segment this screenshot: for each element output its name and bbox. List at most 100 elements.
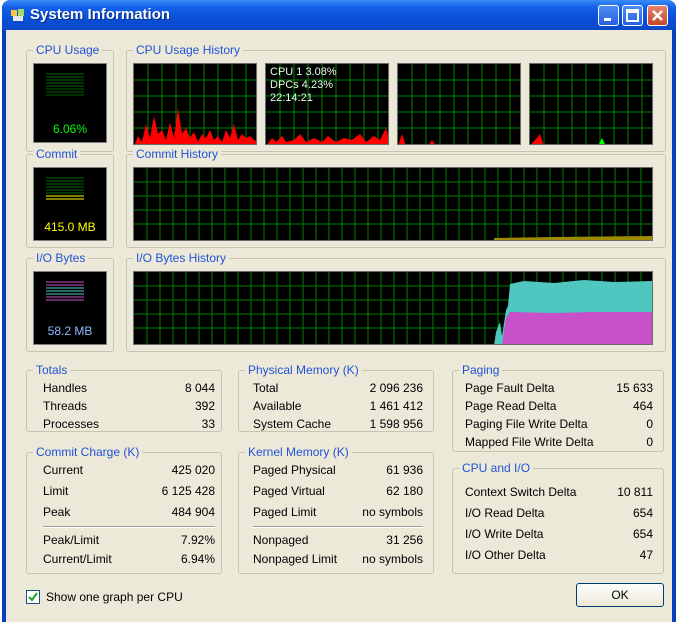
totals-label: Processes (43, 417, 100, 431)
paging-label: Mapped File Write Delta (465, 435, 594, 449)
cpu-io-value: 654 (632, 527, 653, 541)
totals-row: Handles 8 044 (43, 379, 215, 397)
commit-charge-value: 6 125 428 (161, 484, 215, 498)
cpu-io-label: I/O Write Delta (465, 527, 544, 541)
commit-graph-svg (134, 168, 652, 240)
io-history-title: I/O Bytes History (133, 251, 230, 265)
commit-charge-divider (43, 526, 215, 528)
totals-row: Threads 392 (43, 397, 215, 415)
kernel-memory-group: Kernel Memory (K) Paged Physical 61 936 P… (238, 445, 434, 574)
io-history-group: I/O Bytes History (126, 251, 666, 352)
io-bytes-title: I/O Bytes (33, 251, 89, 265)
commit-charge-row: Current 425 020 (43, 461, 215, 479)
paging-row: Page Fault Delta 15 633 (465, 379, 653, 397)
minimize-button[interactable] (598, 5, 619, 26)
kernel-memory-label: Paged Limit (253, 505, 317, 519)
commit-meter: 415.0 MB (33, 167, 107, 241)
kernel-memory-row: Paged Virtual 62 180 (253, 482, 423, 500)
show-one-graph-per-cpu-checkbox[interactable] (26, 590, 40, 604)
commit-charge-row: Current/Limit 6.94% (43, 550, 215, 568)
ok-button[interactable]: OK (576, 583, 664, 607)
kernel-memory-label: Paged Virtual (253, 484, 325, 498)
kernel-memory-label: Nonpaged Limit (253, 552, 338, 566)
cpu-tooltip-line2: DPCs 4.23% (270, 79, 333, 91)
physical-memory-row: System Cache 1 598 956 (253, 415, 423, 433)
commit-charge-group: Commit Charge (K) Current 425 020 Limit 6 … (26, 445, 222, 574)
paging-row: Mapped File Write Delta 0 (465, 433, 653, 451)
kernel-memory-divider (253, 526, 423, 528)
commit-charge-row: Peak/Limit 7.92% (43, 531, 215, 549)
cpu-io-row: I/O Read Delta 654 (465, 504, 653, 522)
cpu-io-value: 654 (632, 506, 653, 520)
physical-memory-value: 1 461 412 (369, 399, 423, 413)
cpu-usage-group: CPU Usage 6.06% (26, 43, 114, 152)
kernel-memory-label: Nonpaged (253, 533, 309, 547)
totals-label: Threads (43, 399, 88, 413)
cpu0-graph-svg (134, 64, 256, 144)
maximize-button[interactable] (622, 5, 643, 26)
physical-memory-title: Physical Memory (K) (245, 363, 362, 377)
commit-charge-value: 425 020 (171, 463, 215, 477)
cpu-usage-title: CPU Usage (33, 43, 103, 57)
physical-memory-label: Available (253, 399, 302, 413)
commit-meter-bars (46, 177, 84, 200)
cpu-tooltip-line3: 22:14:21 (270, 92, 313, 104)
cpu-history-graph-3 (529, 63, 653, 145)
cpu2-graph-svg (398, 64, 520, 144)
totals-row: Processes 33 (43, 415, 215, 433)
physical-memory-row: Total 2 096 236 (253, 379, 423, 397)
paging-row: Page Read Delta 464 (465, 397, 653, 415)
commit-value: 415.0 MB (44, 220, 96, 234)
commit-charge-label: Current (43, 463, 84, 477)
physical-memory-label: System Cache (253, 417, 332, 431)
paging-value: 0 (646, 435, 653, 449)
cpu-usage-value: 6.06% (52, 122, 88, 136)
cpu-history-title: CPU Usage History (133, 43, 244, 57)
window-client: CPU Usage 6.06% CPU Usage History CPU 1 … (6, 30, 672, 622)
physical-memory-group: Physical Memory (K) Total 2 096 236 Avail… (238, 363, 434, 433)
totals-value: 392 (194, 399, 215, 413)
cpu-tooltip: CPU 1 3.08% DPCs 4.23% 22:14:21 (270, 66, 337, 105)
system-information-window: System Information CPU Usage 6.06% CPU U… (2, 0, 676, 622)
kernel-memory-value: no symbols (362, 552, 423, 566)
kernel-memory-row: Paged Limit no symbols (253, 503, 423, 521)
app-icon (11, 9, 24, 21)
cpu-io-label: Context Switch Delta (465, 485, 577, 499)
io-history-graph (133, 271, 653, 345)
cpu-history-graph-0 (133, 63, 257, 145)
cpu-io-value: 10 811 (617, 485, 653, 499)
cpu-usage-meter: 6.06% (33, 63, 107, 143)
io-bytes-meter: 58.2 MB (33, 271, 107, 345)
kernel-memory-value: 31 256 (386, 533, 423, 547)
cpu-io-title: CPU and I/O (459, 461, 534, 475)
commit-history-group: Commit History (126, 147, 666, 248)
paging-value: 464 (632, 399, 653, 413)
cpu-meter-bars (46, 73, 84, 96)
physical-memory-label: Total (253, 381, 279, 395)
commit-charge-value: 484 904 (171, 505, 215, 519)
kernel-memory-row: Nonpaged 31 256 (253, 531, 423, 549)
show-one-graph-per-cpu-label[interactable]: Show one graph per CPU (46, 590, 183, 604)
io-meter-bars (46, 281, 84, 301)
cpu-history-graph-1: CPU 1 3.08% DPCs 4.23% 22:14:21 (265, 63, 389, 145)
paging-row: Paging File Write Delta 0 (465, 415, 653, 433)
minimize-icon (604, 18, 611, 21)
title-bar[interactable]: System Information (2, 0, 676, 30)
paging-label: Page Fault Delta (465, 381, 555, 395)
cpu-history-graph-2 (397, 63, 521, 145)
commit-charge-title: Commit Charge (K) (33, 445, 143, 459)
cpu-io-row: I/O Write Delta 654 (465, 525, 653, 543)
cpu-tooltip-line1: CPU 1 3.08% (270, 66, 337, 78)
paging-title: Paging (459, 363, 503, 377)
totals-group: Totals Handles 8 044 Threads 392 Processes… (26, 363, 222, 433)
paging-value: 15 633 (616, 381, 653, 395)
physical-memory-value: 2 096 236 (369, 381, 423, 395)
cpu-io-group: CPU and I/O Context Switch Delta 10 811 I… (452, 461, 664, 574)
paging-value: 0 (646, 417, 653, 431)
close-button[interactable] (647, 5, 668, 26)
totals-value: 8 044 (184, 381, 215, 395)
kernel-memory-title: Kernel Memory (K) (245, 445, 352, 459)
kernel-memory-value: 61 936 (386, 463, 423, 477)
kernel-memory-row: Paged Physical 61 936 (253, 461, 423, 479)
physical-memory-row: Available 1 461 412 (253, 397, 423, 415)
